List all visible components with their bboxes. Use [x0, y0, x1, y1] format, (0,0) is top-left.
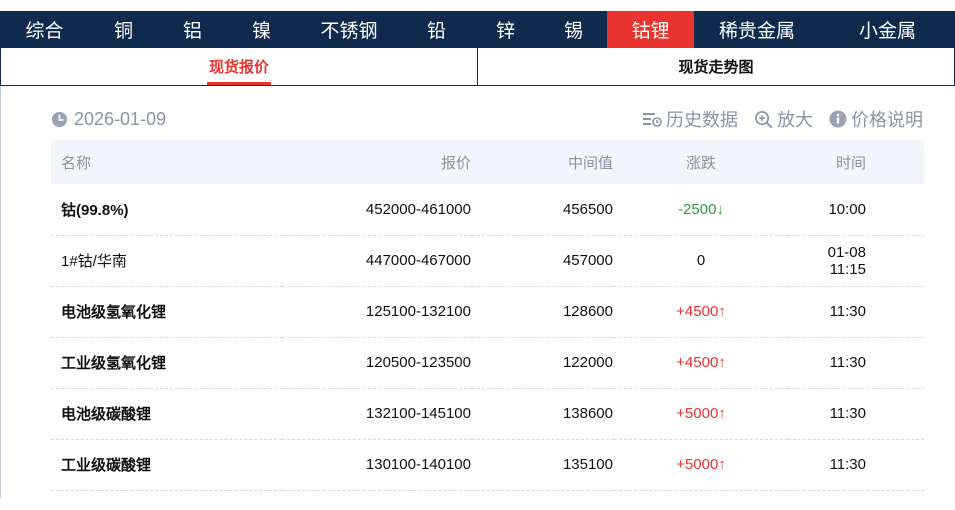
row-time: 11:30	[829, 405, 866, 422]
nav-item-stainless-steel[interactable]: 不锈钢	[296, 11, 402, 48]
row-name[interactable]: 钴(99.8%)	[51, 184, 282, 235]
active-tab-indicator	[207, 82, 271, 85]
row-change: -2500↓	[614, 184, 788, 235]
price-panel: 2026-01-09 历史数据 放大 价格说明 名称 报价 中间值 涨跌 时间 …	[0, 86, 955, 498]
table-row: 电池级氢氧化锂 125100-132100 128600 +4500↑ 11:3…	[51, 286, 924, 337]
nav-item-tin[interactable]: 锡	[540, 11, 607, 48]
arrow-up-icon: ↑	[718, 456, 726, 473]
table-row: 工业级碳酸锂 130100-140100 135100 +5000↑ 11:30	[51, 439, 924, 490]
nav-item-lead[interactable]: 铅	[402, 11, 471, 48]
price-table: 名称 报价 中间值 涨跌 时间 钴(99.8%) 452000-461000 4…	[51, 140, 924, 491]
table-header-row: 名称 报价 中间值 涨跌 时间	[51, 140, 924, 184]
row-change: +5000↑	[614, 439, 788, 490]
nav-item-nickel[interactable]: 镍	[227, 11, 296, 48]
arrow-down-icon: ↓	[716, 200, 724, 218]
view-tabs: 现货报价 现货走势图	[0, 48, 955, 86]
row-mid: 457000	[562, 252, 613, 269]
price-toolbar: 2026-01-09 历史数据 放大 价格说明	[51, 106, 923, 132]
nav-item-copper[interactable]: 铜	[89, 11, 158, 48]
col-header-change: 涨跌	[685, 154, 716, 172]
arrow-up-icon: ↑	[718, 303, 726, 320]
tab-spot-price-label: 现货报价	[208, 59, 269, 76]
col-header-mid: 中间值	[567, 154, 613, 172]
row-price: 132100-145100	[365, 405, 471, 422]
change-value: 0	[696, 252, 706, 269]
row-name[interactable]: 工业级碳酸锂	[51, 439, 282, 490]
nav-item-aluminum[interactable]: 铝	[158, 11, 227, 48]
row-name[interactable]: 电池级氢氧化锂	[51, 286, 282, 337]
info-icon	[829, 110, 847, 128]
price-note-button[interactable]: 价格说明	[829, 106, 923, 132]
toolbar-actions: 历史数据 放大 价格说明	[626, 106, 923, 132]
history-data-button[interactable]: 历史数据	[642, 106, 738, 132]
nav-item-minor-metals[interactable]: 小金属	[820, 11, 955, 48]
row-time: 11:30	[829, 303, 866, 320]
nav-item-zinc[interactable]: 锌	[471, 11, 540, 48]
row-name[interactable]: 电池级碳酸锂	[51, 388, 282, 439]
nav-item-cobalt-lithium[interactable]: 钴锂	[607, 11, 694, 48]
row-time: 11:30	[829, 456, 866, 473]
tab-spot-trend[interactable]: 现货走势图	[477, 48, 954, 85]
tab-spot-price[interactable]: 现货报价	[1, 48, 477, 85]
history-list-icon	[643, 113, 662, 127]
change-value: +5000	[676, 456, 719, 473]
row-mid: 456500	[562, 200, 613, 218]
row-name[interactable]: 工业级氢氧化锂	[51, 337, 282, 388]
history-data-label: 历史数据	[666, 110, 738, 130]
row-price: 125100-132100	[365, 303, 471, 320]
row-time: 11:30	[829, 354, 866, 371]
nav-item-precious-metals[interactable]: 稀贵金属	[694, 11, 820, 48]
price-note-label: 价格说明	[851, 110, 923, 130]
table-row: 电池级碳酸锂 132100-145100 138600 +5000↑ 11:30	[51, 388, 924, 439]
clock-icon	[51, 111, 68, 127]
arrow-up-icon: ↑	[718, 405, 726, 422]
table-row: 钴(99.8%) 452000-461000 456500 -2500↓ 10:…	[51, 184, 924, 235]
row-change: 0	[614, 235, 788, 286]
tab-spot-trend-label: 现货走势图	[678, 59, 754, 76]
zoom-button[interactable]: 放大	[754, 106, 813, 132]
change-value: -2500	[678, 200, 717, 218]
price-date: 2026-01-09	[51, 109, 166, 130]
change-value: +4500	[676, 303, 719, 320]
nav-item-composite[interactable]: 综合	[0, 11, 89, 48]
price-date-text: 2026-01-09	[74, 108, 167, 129]
row-change: +5000↑	[614, 388, 788, 439]
row-change: +4500↑	[614, 286, 788, 337]
row-mid: 122000	[562, 354, 613, 371]
row-change: +4500↑	[614, 337, 788, 388]
row-mid: 128600	[562, 303, 613, 320]
zoom-label: 放大	[777, 110, 813, 130]
metal-category-nav: 综合 铜 铝 镍 不锈钢 铅 锌 锡 钴锂 稀贵金属 小金属	[0, 11, 955, 48]
row-name[interactable]: 1#钴/华南	[51, 235, 282, 286]
table-row: 1#钴/华南 447000-467000 457000 0 01-08 11:1…	[51, 235, 924, 286]
arrow-up-icon: ↑	[718, 354, 726, 371]
col-header-name: 名称	[61, 154, 92, 172]
change-value: +4500	[676, 354, 719, 371]
row-mid: 135100	[562, 456, 613, 473]
row-time: 01-08 11:15	[827, 243, 866, 278]
col-header-time: 时间	[835, 154, 866, 172]
change-value: +5000	[676, 405, 719, 422]
row-price: 130100-140100	[365, 456, 471, 473]
row-time: 10:00	[828, 200, 866, 218]
table-row: 工业级氢氧化锂 120500-123500 122000 +4500↑ 11:3…	[51, 337, 924, 388]
row-mid: 138600	[562, 405, 613, 422]
col-header-price: 报价	[440, 154, 471, 172]
row-price: 452000-461000	[365, 200, 471, 218]
row-price: 120500-123500	[365, 354, 471, 371]
row-price: 447000-467000	[365, 252, 471, 269]
zoom-in-icon	[755, 110, 773, 128]
